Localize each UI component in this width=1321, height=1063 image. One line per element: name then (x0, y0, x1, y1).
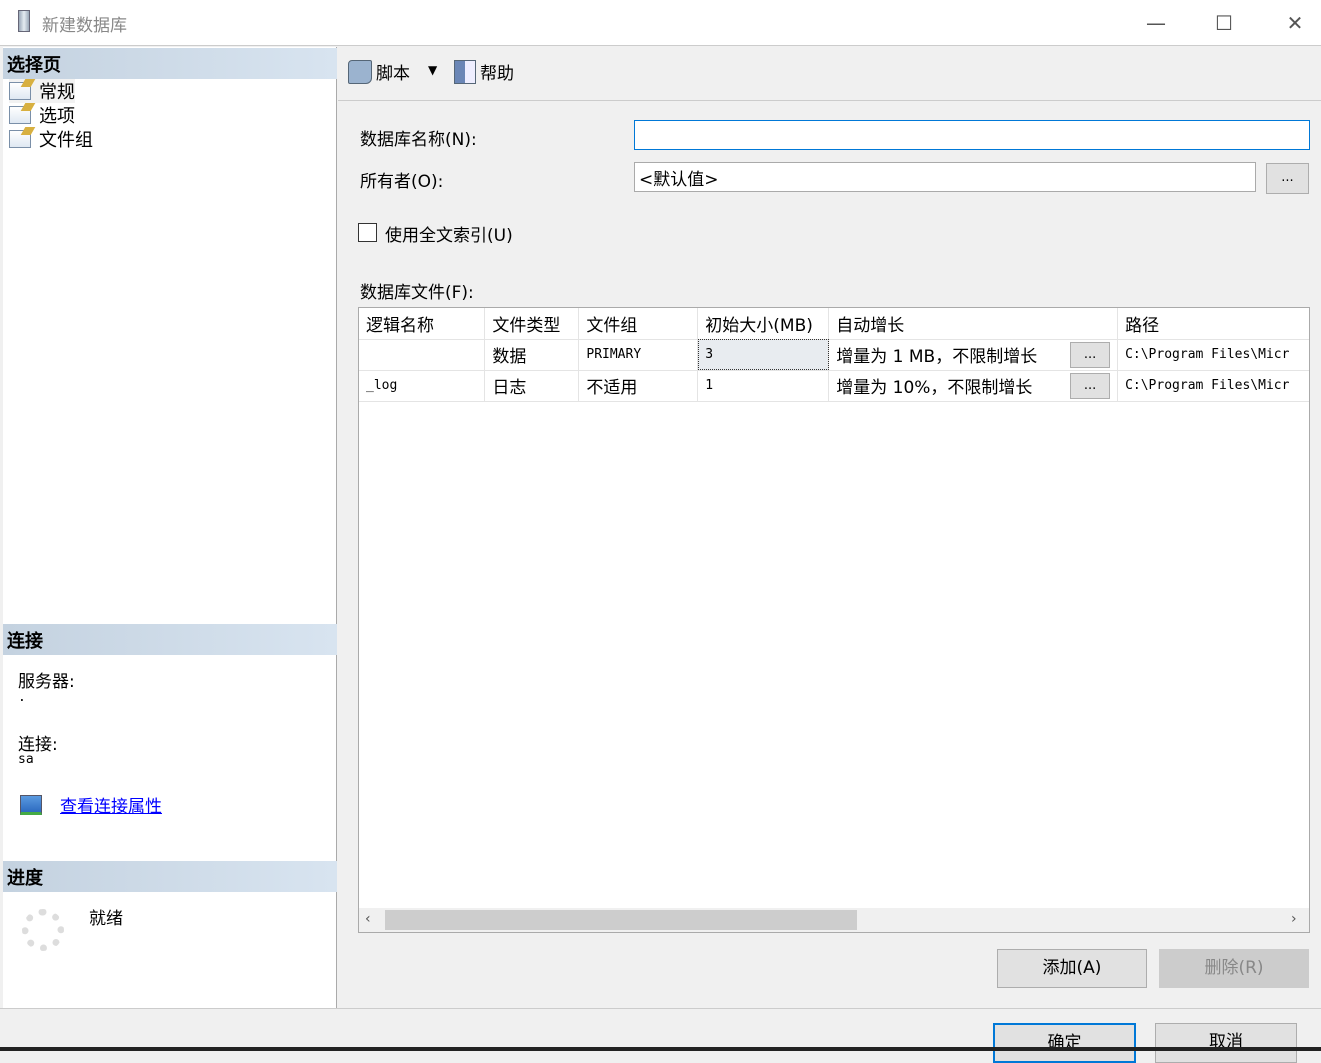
autogrowth-edit-button[interactable]: ... (1070, 341, 1111, 368)
help-label: 帮助 (480, 64, 514, 84)
owner-label: 所有者(O): (360, 172, 444, 192)
page-label: 文件组 (39, 130, 93, 151)
autogrowth-value: 增量为 10%，不限制增长 (836, 377, 1033, 398)
connection-value: sa (18, 752, 34, 767)
script-icon (348, 59, 372, 84)
page-icon (9, 106, 31, 124)
filegroup-cell[interactable]: 不适用 (578, 370, 699, 402)
page-item-filegroups[interactable]: 文件组 (9, 127, 93, 151)
add-button[interactable]: 添加(A) (997, 949, 1147, 988)
autogrowth-value: 增量为 1 MB，不限制增长 (836, 346, 1038, 367)
script-dropdown-chevron-icon[interactable]: ▼ (428, 63, 437, 77)
minimize-button[interactable]: — (1136, 8, 1176, 38)
file-type-cell[interactable]: 数据 (484, 339, 580, 371)
page-icon (9, 82, 31, 100)
filegroup-cell[interactable]: PRIMARY (578, 339, 699, 371)
server-value: . (18, 690, 26, 705)
page-icon (9, 130, 31, 148)
fulltext-label: 使用全文索引(U) (385, 226, 513, 246)
horizontal-scrollbar[interactable]: ‹ › (359, 908, 1309, 932)
page-label: 常规 (39, 82, 75, 103)
select-page-header: 选择页 (3, 48, 337, 79)
page-item-general[interactable]: 常规 (9, 79, 75, 103)
files-label: 数据库文件(F): (360, 283, 474, 303)
progress-status: 就绪 (89, 909, 123, 929)
column-header[interactable]: 初始大小(MB) (697, 308, 830, 340)
scroll-left-icon[interactable]: ‹ (365, 911, 371, 927)
connection-header: 连接 (3, 624, 337, 655)
path-cell[interactable]: C:\Program Files\Micr (1117, 339, 1309, 371)
owner-browse-button[interactable]: ... (1266, 163, 1309, 194)
autogrowth-cell[interactable]: 增量为 10%，不限制增长... (828, 370, 1119, 402)
help-button[interactable]: 帮助 (454, 59, 514, 84)
db-name-input[interactable] (634, 120, 1310, 150)
maximize-button[interactable]: ☐ (1204, 8, 1244, 38)
scrollbar-thumb[interactable] (385, 910, 857, 930)
fulltext-checkbox[interactable] (358, 223, 377, 242)
cancel-button[interactable]: 取消 (1155, 1023, 1297, 1063)
logical-name-cell[interactable] (359, 339, 486, 371)
server-label: 服务器: (18, 672, 75, 692)
page-label: 选项 (39, 106, 75, 127)
path-cell[interactable]: C:\Program Files\Micr (1117, 370, 1309, 402)
owner-input[interactable]: <默认值> (634, 162, 1256, 192)
column-header[interactable]: 文件类型 (484, 308, 580, 340)
close-button[interactable]: ✕ (1275, 8, 1315, 38)
db-name-label: 数据库名称(N): (360, 130, 477, 150)
table-row: 数据 PRIMARY 3 增量为 1 MB，不限制增长... C:\Progra… (359, 339, 1309, 371)
column-header[interactable]: 路径 (1117, 308, 1309, 340)
column-header[interactable]: 自动增长 (828, 308, 1119, 340)
progress-header: 进度 (3, 861, 337, 892)
autogrowth-edit-button[interactable]: ... (1070, 372, 1111, 399)
window-title: 新建数据库 (42, 16, 127, 36)
column-header[interactable]: 文件组 (578, 308, 699, 340)
page-item-options[interactable]: 选项 (9, 103, 75, 127)
script-label: 脚本 (376, 64, 410, 84)
file-type-cell[interactable]: 日志 (484, 370, 580, 402)
database-icon (18, 10, 30, 32)
column-header[interactable]: 逻辑名称 (359, 308, 486, 340)
initial-size-cell[interactable]: 1 (697, 370, 830, 402)
table-row: _log 日志 不适用 1 增量为 10%，不限制增长... C:\Progra… (359, 370, 1309, 402)
progress-spinner-icon (22, 909, 64, 951)
logical-name-cell[interactable]: _log (359, 370, 486, 402)
toolbar: 脚本 ▼ 帮助 (338, 47, 1321, 101)
title-bar: 新建数据库 — ☐ ✕ (0, 0, 1321, 46)
grid-header-row: 逻辑名称 文件类型 文件组 初始大小(MB) 自动增长 路径 (359, 308, 1309, 340)
divider (0, 1008, 1321, 1009)
help-icon (454, 59, 476, 84)
ok-button[interactable]: 确定 (993, 1023, 1136, 1063)
scroll-right-icon[interactable]: › (1291, 911, 1297, 927)
remove-button[interactable]: 删除(R) (1159, 949, 1309, 988)
taskbar-edge (0, 1047, 1321, 1051)
initial-size-cell[interactable]: 3 (697, 339, 830, 371)
script-button[interactable]: 脚本 (348, 59, 410, 84)
connection-properties-icon (20, 795, 42, 815)
view-connection-properties-link[interactable]: 查看连接属性 (60, 792, 162, 817)
autogrowth-cell[interactable]: 增量为 1 MB，不限制增长... (828, 339, 1119, 371)
left-panel: 选择页 常规 选项 文件组 连接 服务器: . 连接: sa 查看连接属性 进度… (3, 47, 337, 1008)
database-files-grid: 逻辑名称 文件类型 文件组 初始大小(MB) 自动增长 路径 数据 PRIMAR… (358, 307, 1310, 933)
